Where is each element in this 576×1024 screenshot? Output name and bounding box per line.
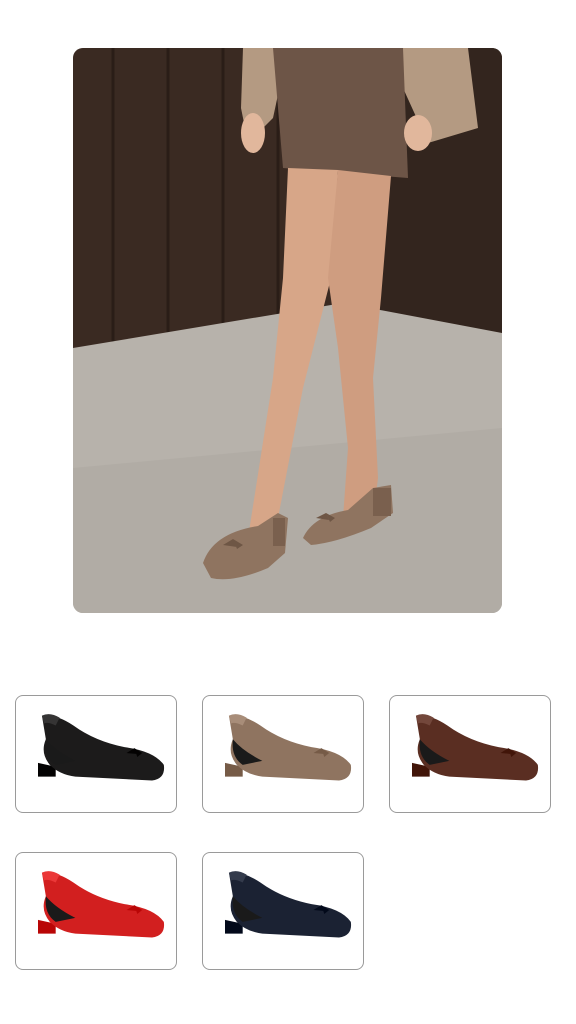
variant-thumbnail-black[interactable] (15, 695, 177, 813)
shoe-thumbnail-brown (412, 714, 539, 781)
shoe-thumbnail-black (38, 714, 165, 781)
hero-photo-illustration (73, 48, 502, 613)
shoe-thumbnail-red (38, 871, 165, 938)
product-hero-image[interactable] (73, 48, 502, 613)
variant-thumbnail-red[interactable] (15, 852, 177, 970)
shoe-thumbnail-navy (225, 871, 352, 938)
variant-thumbnail-brown[interactable] (389, 695, 551, 813)
shoe-thumbnail-taupe (225, 714, 352, 781)
variant-thumbnail-taupe[interactable] (202, 695, 364, 813)
variant-thumbnail-navy[interactable] (202, 852, 364, 970)
